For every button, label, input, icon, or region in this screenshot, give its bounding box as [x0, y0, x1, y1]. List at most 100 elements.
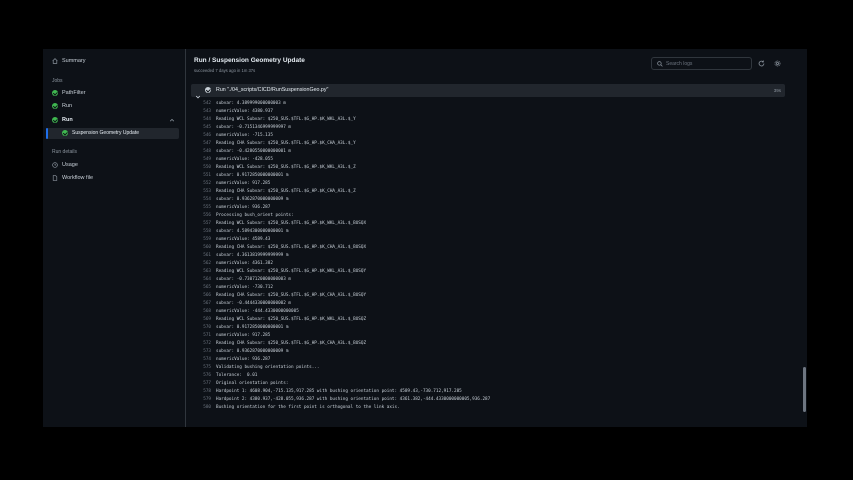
log-line-text: numericValue: -715.135 — [216, 133, 273, 138]
log-line: 560 Reading CHA Subvar: $250_SUS.$TFL.$G_… — [191, 244, 366, 252]
log-line-number[interactable]: 562 — [191, 260, 211, 268]
log-line-number[interactable]: 548 — [191, 148, 211, 156]
log-line-text: subvar: 4.3613819999999999 m — [216, 253, 289, 258]
sidebar-item-usage[interactable]: Usage — [52, 160, 78, 170]
log-line-number[interactable]: 572 — [191, 340, 211, 348]
settings-button[interactable] — [772, 58, 783, 69]
log-line-text: subvar: 0.9362870000000009 m — [216, 349, 289, 354]
sidebar-item-job[interactable]: Run — [52, 101, 72, 111]
log-line-number[interactable]: 575 — [191, 364, 211, 372]
log-line: 559 numericValue: 4589.43 — [191, 236, 270, 244]
log-line-number[interactable]: 561 — [191, 252, 211, 260]
chevron-up-icon[interactable] — [169, 117, 175, 125]
log-line-number[interactable]: 564 — [191, 276, 211, 284]
log-line-text: numericValue: 917.285 — [216, 181, 271, 186]
log-line-text: Reading WCL Subvar: $250_SUS.$TFL.$G_HP.… — [216, 117, 356, 122]
log-line-text: Hardpoint 1: 4608.904,-715.135,917.285 w… — [216, 389, 462, 394]
log-line-number[interactable]: 577 — [191, 380, 211, 388]
log-line-text: subvar: -0.7307120000000003 m — [216, 277, 292, 282]
log-line-number[interactable]: 569 — [191, 316, 211, 324]
log-line-number[interactable]: 549 — [191, 156, 211, 164]
log-line: 561 subvar: 4.3613819999999999 m — [191, 252, 288, 260]
log-line: 548 subvar: -0.4280550000000001 m — [191, 148, 291, 156]
header: Run / Suspension Geometry Update succeed… — [194, 49, 807, 81]
log-line-number[interactable]: 558 — [191, 228, 211, 236]
sidebar-item-job[interactable]: PathFilter — [52, 88, 86, 98]
sidebar-item-summary[interactable]: Summary — [52, 56, 86, 66]
log-scrollbar[interactable] — [803, 367, 806, 412]
log-line-number[interactable]: 543 — [191, 108, 211, 116]
log-line-number[interactable]: 559 — [191, 236, 211, 244]
log-line-number[interactable]: 555 — [191, 204, 211, 212]
log-line: 555 numericValue: 936.287 — [191, 204, 270, 212]
log-line: 544 Reading WCL Subvar: $250_SUS.$TFL.$G_… — [191, 116, 356, 124]
log-line: 580 Bushing orientation for the first poi… — [191, 404, 399, 412]
log-line-number[interactable]: 557 — [191, 220, 211, 228]
log-line-number[interactable]: 566 — [191, 292, 211, 300]
log-line-number[interactable]: 542 — [191, 100, 211, 108]
log-line-number[interactable]: 550 — [191, 164, 211, 172]
log-line: 576 Tolerance: 0.01 — [191, 372, 257, 380]
log-line-number[interactable]: 554 — [191, 196, 211, 204]
sidebar-item-label: PathFilter — [62, 90, 86, 96]
sidebar-step-item[interactable]: Suspension Geometry Update — [62, 128, 139, 138]
log-line-number[interactable]: 547 — [191, 140, 211, 148]
log-line-number[interactable]: 553 — [191, 188, 211, 196]
log-line: 567 subvar: -0.4444330000000002 m — [191, 300, 291, 308]
log-line-number[interactable]: 551 — [191, 172, 211, 180]
log-line-number[interactable]: 579 — [191, 396, 211, 404]
search-logs-box[interactable] — [651, 57, 752, 70]
log-line-number[interactable]: 578 — [191, 388, 211, 396]
log-line-text: numericValue: 4589.43 — [216, 237, 271, 242]
success-check-icon — [62, 130, 68, 136]
log-line-text: subvar: 4.5894300000000001 m — [216, 229, 289, 234]
log-line-number[interactable]: 560 — [191, 244, 211, 252]
log-line-number[interactable]: 552 — [191, 180, 211, 188]
step-title: Run "./04_scripts/CICD/RunSuspensionGeo.… — [216, 87, 329, 93]
step-header[interactable]: Run "./04_scripts/CICD/RunSuspensionGeo.… — [191, 84, 785, 99]
step-duration: 39s — [773, 87, 781, 93]
log-line-number[interactable]: 563 — [191, 268, 211, 276]
refresh-button[interactable] — [756, 58, 767, 69]
log-line-number[interactable]: 567 — [191, 300, 211, 308]
log-line: 565 numericValue: -730.712 — [191, 284, 273, 292]
log-line-number[interactable]: 574 — [191, 356, 211, 364]
log-line-number[interactable]: 573 — [191, 348, 211, 356]
log-line-text: subvar: 0.9172850000000001 m — [216, 173, 289, 178]
jobs-heading: Jobs — [52, 78, 63, 84]
log-line-text: Validating bushing orientation points... — [216, 365, 320, 370]
log-line: 573 subvar: 0.9362870000000009 m — [191, 348, 288, 356]
log-line-number[interactable]: 556 — [191, 212, 211, 220]
log-line-number[interactable]: 576 — [191, 372, 211, 380]
log-line-text: subvar: 0.9172850000000001 m — [216, 325, 289, 330]
sidebar-item-workflow-file[interactable]: Workflow file — [52, 173, 93, 183]
log-line: 557 Reading WCL Subvar: $250_SUS.$TFL.$G_… — [191, 220, 366, 228]
log-line-text: subvar: -0.7151346999999997 m — [216, 125, 292, 130]
search-input[interactable] — [666, 60, 746, 67]
log-line-text: Tolerance: 0.01 — [216, 373, 258, 378]
sidebar-item-label: Usage — [62, 162, 78, 168]
log-line-number[interactable]: 571 — [191, 332, 211, 340]
log-line: 550 Reading WCL Subvar: $250_SUS.$TFL.$G_… — [191, 164, 355, 172]
search-icon — [657, 60, 663, 67]
success-check-icon — [205, 87, 211, 93]
sidebar-item-label: Run — [62, 117, 73, 123]
log-line-text: numericValue: -428.055 — [216, 157, 273, 162]
page-title: Run / Suspension Geometry Update — [194, 57, 305, 64]
log-line-number[interactable]: 580 — [191, 404, 211, 412]
log-line-text: Original orientation points: — [216, 381, 289, 386]
log-line-number[interactable]: 570 — [191, 324, 211, 332]
file-icon — [52, 175, 58, 181]
log-line-text: Reading CHA Subvar: $250_SUS.$TFL.$G_HP.… — [216, 189, 356, 194]
log-line-number[interactable]: 565 — [191, 284, 211, 292]
log-line: 570 subvar: 0.9172850000000001 m — [191, 324, 288, 332]
log-line-text: Reading CHA Subvar: $250_SUS.$TFL.$G_HP.… — [216, 141, 356, 146]
log-line-text: Reading CHA Subvar: $250_SUS.$TFL.$G_HP.… — [216, 245, 367, 250]
log-line: 578 Hardpoint 1: 4608.904,-715.135,917.28… — [191, 388, 462, 396]
log-line-number[interactable]: 546 — [191, 132, 211, 140]
log-output: 541Reading CHA Subvar: $250_SUS.$TFL.$G_… — [191, 98, 803, 427]
log-line-number[interactable]: 545 — [191, 124, 211, 132]
log-line-number[interactable]: 568 — [191, 308, 211, 316]
sidebar-item-job-active[interactable]: Run — [52, 115, 175, 125]
log-line-number[interactable]: 544 — [191, 116, 211, 124]
